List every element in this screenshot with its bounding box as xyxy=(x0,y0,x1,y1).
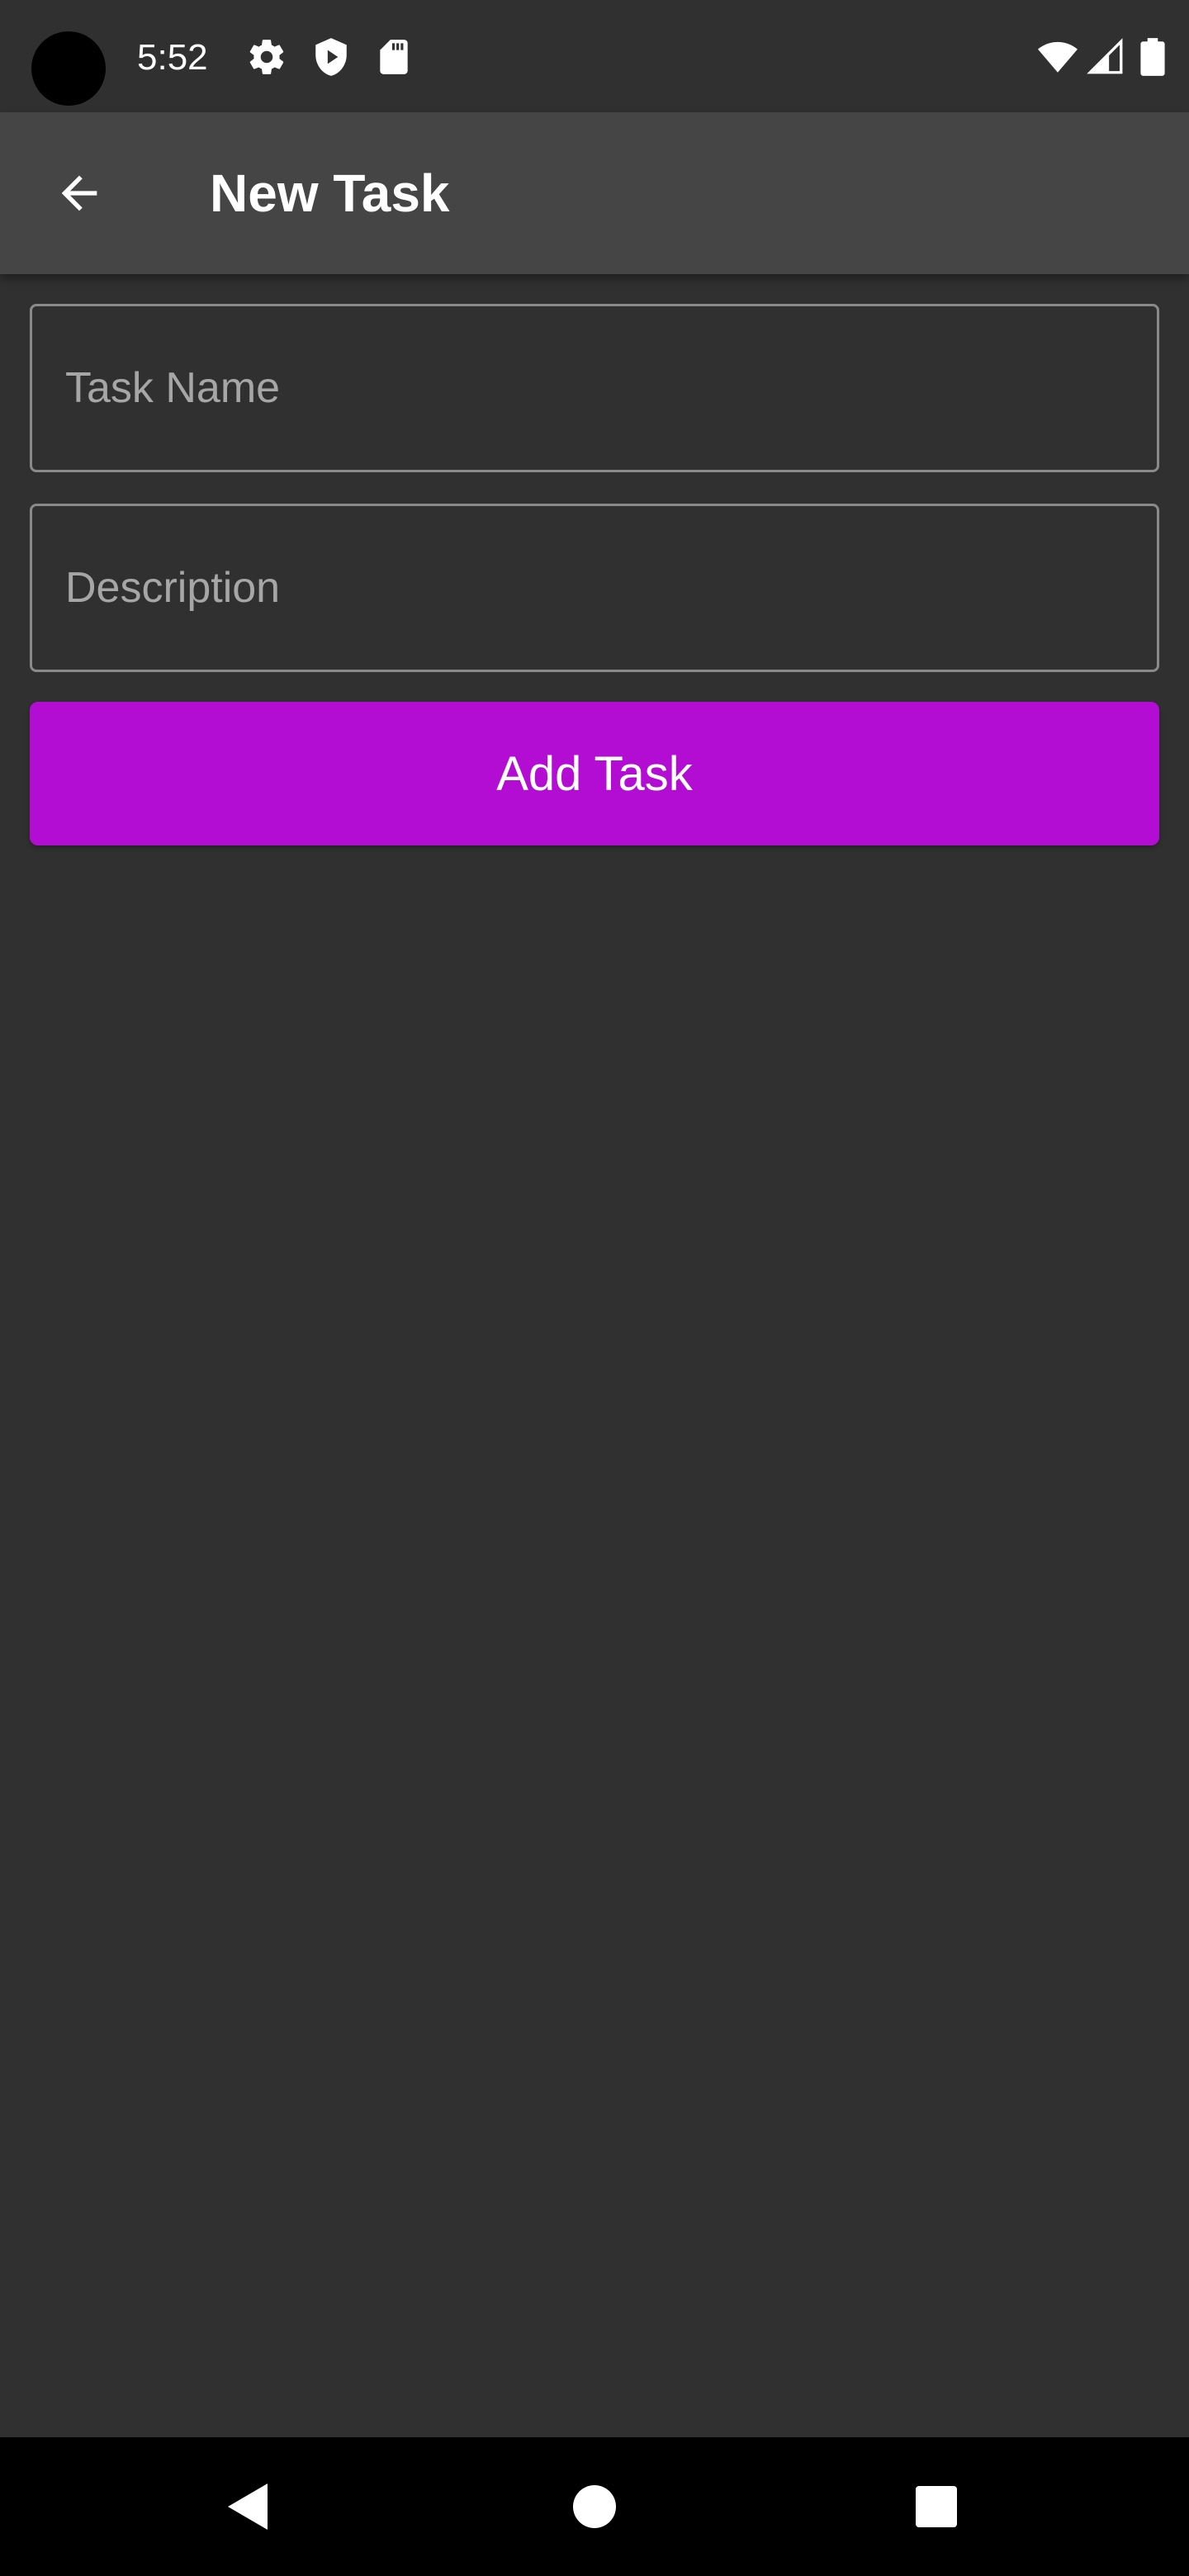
nav-recents-button[interactable] xyxy=(887,2457,986,2556)
task-name-input[interactable] xyxy=(32,306,1157,470)
back-button[interactable] xyxy=(40,154,119,233)
arrow-back-icon xyxy=(61,175,97,211)
nav-back-icon xyxy=(228,2484,268,2530)
shield-play-icon xyxy=(310,36,352,78)
nav-home-icon xyxy=(573,2485,616,2528)
sd-card-icon xyxy=(373,36,414,78)
description-input[interactable] xyxy=(32,506,1157,670)
task-name-field[interactable] xyxy=(30,304,1159,472)
camera-cutout xyxy=(31,31,106,106)
description-field[interactable] xyxy=(30,504,1159,672)
nav-recents-icon xyxy=(916,2486,957,2527)
screen: 5:52 New Task Ad xyxy=(0,0,1189,2576)
battery-icon xyxy=(1136,36,1169,78)
nav-back-button[interactable] xyxy=(198,2457,297,2556)
cell-signal-icon xyxy=(1085,36,1126,78)
system-nav-bar xyxy=(0,2437,1189,2576)
page-title: New Task xyxy=(210,163,450,223)
status-bar: 5:52 xyxy=(0,0,1189,112)
app-bar: New Task xyxy=(0,112,1189,274)
settings-icon xyxy=(246,36,287,78)
wifi-icon xyxy=(1037,36,1078,78)
status-time: 5:52 xyxy=(137,37,208,78)
nav-home-button[interactable] xyxy=(545,2457,644,2556)
add-task-button[interactable]: Add Task xyxy=(30,702,1159,845)
